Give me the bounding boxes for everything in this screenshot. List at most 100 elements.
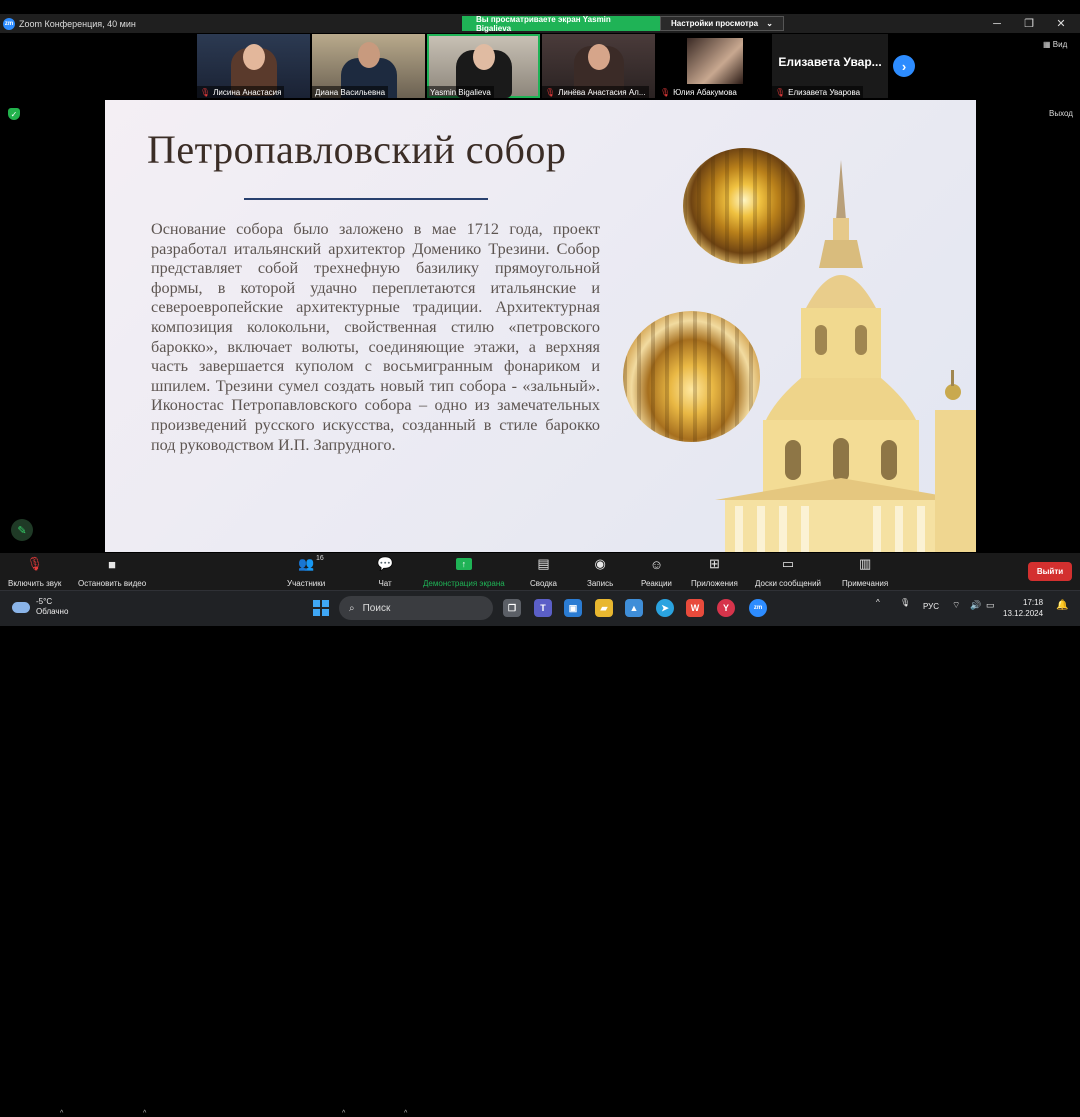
teams-icon[interactable]: T bbox=[534, 599, 552, 617]
muted-mic-icon: 🎙 bbox=[775, 87, 786, 97]
bottom-black-strip bbox=[0, 626, 1080, 640]
participants-count: 16 bbox=[316, 555, 324, 562]
bell-tower-illustration bbox=[715, 160, 976, 552]
zoom-app-icon: zm bbox=[3, 17, 15, 30]
apps-icon: ⊞ bbox=[708, 556, 720, 571]
clock-time: 17:18 bbox=[1023, 598, 1044, 607]
search-icon: ⌕ bbox=[349, 602, 355, 614]
volutes bbox=[765, 378, 917, 422]
view-settings-label: Настройки просмотра bbox=[671, 19, 759, 28]
microphone-tray-icon[interactable]: 🎙 bbox=[900, 598, 910, 607]
volume-icon[interactable]: 🔊 bbox=[970, 600, 981, 611]
participant-name: 🎙 Елизавета Уварова bbox=[772, 86, 864, 98]
clock-date: 13.12.2024 bbox=[1003, 609, 1044, 618]
top-black-strip bbox=[0, 0, 1080, 14]
participant-face bbox=[472, 44, 495, 70]
telegram-icon[interactable]: ➤ bbox=[656, 599, 674, 617]
smiley-icon: ☺ bbox=[649, 556, 664, 572]
dome bbox=[805, 275, 877, 310]
wifi-icon[interactable]: ⌔ bbox=[952, 600, 960, 611]
participant-name: Диана Васильевна bbox=[312, 86, 389, 98]
chevron-up-icon[interactable]: ^ bbox=[404, 1110, 407, 1117]
participant-tile[interactable]: 🎙 Линёва Анастасия Ал... bbox=[542, 34, 655, 98]
unmute-button[interactable]: 🎙 Включить звук bbox=[8, 555, 61, 588]
participant-tile[interactable]: Диана Васильевна bbox=[312, 34, 425, 98]
exit-fullscreen-button[interactable]: Выход bbox=[1049, 109, 1073, 118]
spire bbox=[836, 160, 846, 220]
system-clock[interactable]: 17:18 13.12.2024 bbox=[1003, 597, 1043, 619]
meeting-toolbar: 🎙 Включить звук ^ ■ Остановить видео ^ 👥… bbox=[0, 553, 1080, 1117]
chat-button[interactable]: 💬 Чат bbox=[377, 555, 393, 588]
participant-face bbox=[357, 42, 380, 68]
notes-button[interactable]: ▥ Примечания bbox=[842, 555, 888, 588]
muted-mic-icon: 🎙 bbox=[545, 87, 556, 97]
restore-icon[interactable]: ❐ bbox=[1012, 14, 1046, 33]
view-button[interactable]: ▦ Вид bbox=[1043, 40, 1067, 49]
notes-icon: ▥ bbox=[858, 556, 872, 571]
video-camera-icon: ■ bbox=[108, 556, 117, 572]
participant-tile[interactable]: 🎙 Лисина Анастасия bbox=[197, 34, 310, 98]
leave-meeting-button[interactable]: Выйти bbox=[1028, 562, 1072, 581]
wps-office-icon[interactable]: W bbox=[686, 599, 704, 617]
participant-tile-active[interactable]: Yasmin Bigalieva bbox=[427, 34, 540, 98]
apps-button[interactable]: ⊞ Приложения bbox=[691, 555, 738, 588]
slide-title-underline bbox=[244, 198, 488, 200]
chevron-up-icon[interactable]: ^ bbox=[143, 1110, 146, 1117]
notifications-bell-icon[interactable]: 🔔 bbox=[1056, 600, 1068, 611]
chevron-up-icon[interactable]: ^ bbox=[876, 598, 880, 607]
task-view-icon[interactable]: ❐ bbox=[503, 599, 521, 617]
search-label: Поиск bbox=[362, 602, 391, 614]
participant-name: 🎙 Юлия Абакумова bbox=[657, 86, 740, 98]
chevron-up-icon[interactable]: ^ bbox=[342, 1110, 345, 1117]
participant-display-name: Елизавета Увар... bbox=[778, 55, 882, 69]
summary-icon: ▤ bbox=[537, 556, 550, 571]
participant-name: 🎙 Лисина Анастасия bbox=[197, 86, 285, 98]
battery-icon[interactable]: ▭ bbox=[986, 600, 995, 611]
share-screen-button[interactable]: ↑ Демонстрация экрана bbox=[423, 555, 505, 588]
whiteboard-icon: ▭ bbox=[781, 556, 795, 571]
yandex-browser-icon[interactable]: Y bbox=[717, 599, 735, 617]
muted-mic-icon: 🎙 bbox=[200, 87, 211, 97]
taskbar-search[interactable]: ⌕ Поиск bbox=[339, 596, 493, 620]
summary-button[interactable]: ▤ Сводка bbox=[530, 555, 557, 588]
security-shield-icon[interactable]: ✓ bbox=[8, 108, 20, 120]
record-button[interactable]: ◉ Запись bbox=[587, 555, 613, 588]
spire-base bbox=[833, 218, 849, 240]
participant-face bbox=[242, 44, 265, 70]
photos-icon[interactable]: ▲ bbox=[625, 599, 643, 617]
store-icon[interactable]: ▣ bbox=[564, 599, 582, 617]
weather-temp: -5°C bbox=[36, 597, 53, 606]
participant-tile[interactable]: Елизавета Увар... 🎙 Елизавета Уварова bbox=[772, 34, 888, 98]
lantern bbox=[819, 240, 863, 268]
next-page-arrow-icon[interactable]: › bbox=[893, 55, 915, 77]
cloud-icon bbox=[12, 601, 30, 613]
language-indicator[interactable]: РУС bbox=[923, 602, 939, 611]
muted-mic-icon: 🎙 bbox=[660, 87, 671, 97]
stop-video-button[interactable]: ■ Остановить видео bbox=[78, 555, 146, 589]
zoom-taskbar-icon[interactable]: zm bbox=[749, 599, 767, 617]
share-banner-text: Вы просматриваете экран Yasmin Bigalieva bbox=[462, 15, 660, 33]
window-title: Zoom Конференция, 40 мин bbox=[19, 18, 136, 29]
annotate-pen-icon[interactable]: ✎ bbox=[11, 519, 33, 541]
file-explorer-icon[interactable]: ▰ bbox=[595, 599, 613, 617]
grid-icon: ▦ bbox=[1043, 40, 1051, 49]
close-icon[interactable]: ✕ bbox=[1044, 14, 1078, 33]
participants-button[interactable]: 👥 16 Участники bbox=[287, 555, 325, 588]
view-settings-button[interactable]: Настройки просмотра ⌄ bbox=[660, 16, 784, 31]
people-icon: 👥 16 bbox=[298, 555, 324, 571]
slide-title: Петропавловский собор bbox=[147, 127, 567, 172]
whiteboards-button[interactable]: ▭ Доски сообщений bbox=[755, 555, 821, 588]
share-screen-icon: ↑ bbox=[455, 558, 472, 570]
weather-widget[interactable]: -5°C Облачно bbox=[12, 597, 68, 617]
record-icon: ◉ bbox=[594, 556, 606, 571]
participant-avatar bbox=[687, 38, 743, 84]
windows-start-icon[interactable] bbox=[313, 600, 329, 616]
windows-taskbar: -5°C Облачно ⌕ Поиск ❐ T ▣ ▰ ▲ ➤ W Y zm … bbox=[0, 590, 1080, 626]
minimize-icon[interactable]: ─ bbox=[980, 14, 1014, 33]
reactions-button[interactable]: ☺ Реакции bbox=[641, 555, 672, 589]
chevron-up-icon[interactable]: ^ bbox=[60, 1110, 63, 1117]
share-banner: Вы просматриваете экран Yasmin Bigalieva… bbox=[462, 15, 784, 33]
participant-tile[interactable]: 🎙 Юлия Абакумова bbox=[657, 34, 770, 98]
slide-body-text: Основание собора было заложено в мае 171… bbox=[151, 220, 600, 454]
weather-desc: Облачно bbox=[36, 607, 69, 616]
